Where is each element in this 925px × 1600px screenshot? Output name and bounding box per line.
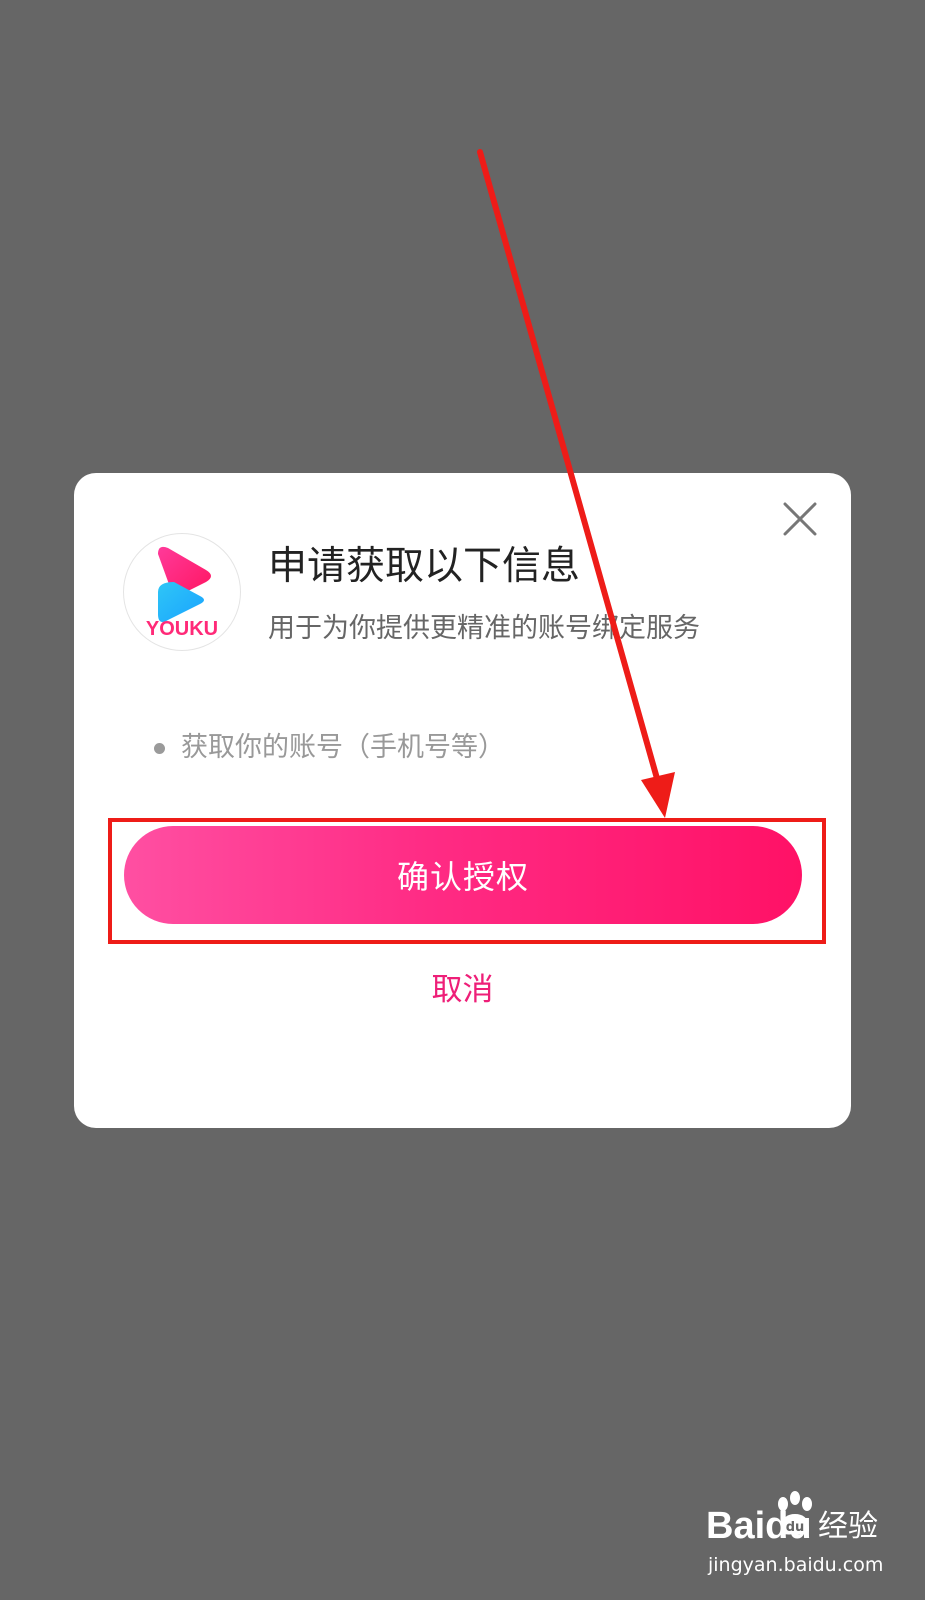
cancel-button[interactable]: 取消 <box>74 970 851 1010</box>
dialog-title: 申请获取以下信息 <box>268 544 581 589</box>
baidu-jingyan-watermark: Baidu du 经验 jingyan.baidu.com <box>706 1490 906 1590</box>
permission-label: 获取你的账号（手机号等） <box>181 732 505 763</box>
bullet-dot <box>154 742 165 754</box>
logo-text: YOUKU <box>146 618 218 640</box>
close-button[interactable] <box>782 501 818 537</box>
app-logo: YOUKU <box>123 533 241 651</box>
svg-text:du: du <box>786 1520 805 1535</box>
permission-item: 获取你的账号（手机号等） <box>154 729 505 767</box>
watermark-url: jingyan.baidu.com <box>708 1554 884 1576</box>
close-icon <box>783 502 817 536</box>
authorization-dialog: YOUKU 申请获取以下信息 用于为你提供更精准的账号绑定服务 获取你的账号（手… <box>74 473 851 1128</box>
confirm-authorization-button[interactable]: 确认授权 <box>124 826 802 924</box>
paw-icon: du <box>778 1491 812 1535</box>
watermark-suffix: 经验 <box>818 1509 878 1544</box>
dialog-subtitle: 用于为你提供更精准的账号绑定服务 <box>268 613 700 644</box>
